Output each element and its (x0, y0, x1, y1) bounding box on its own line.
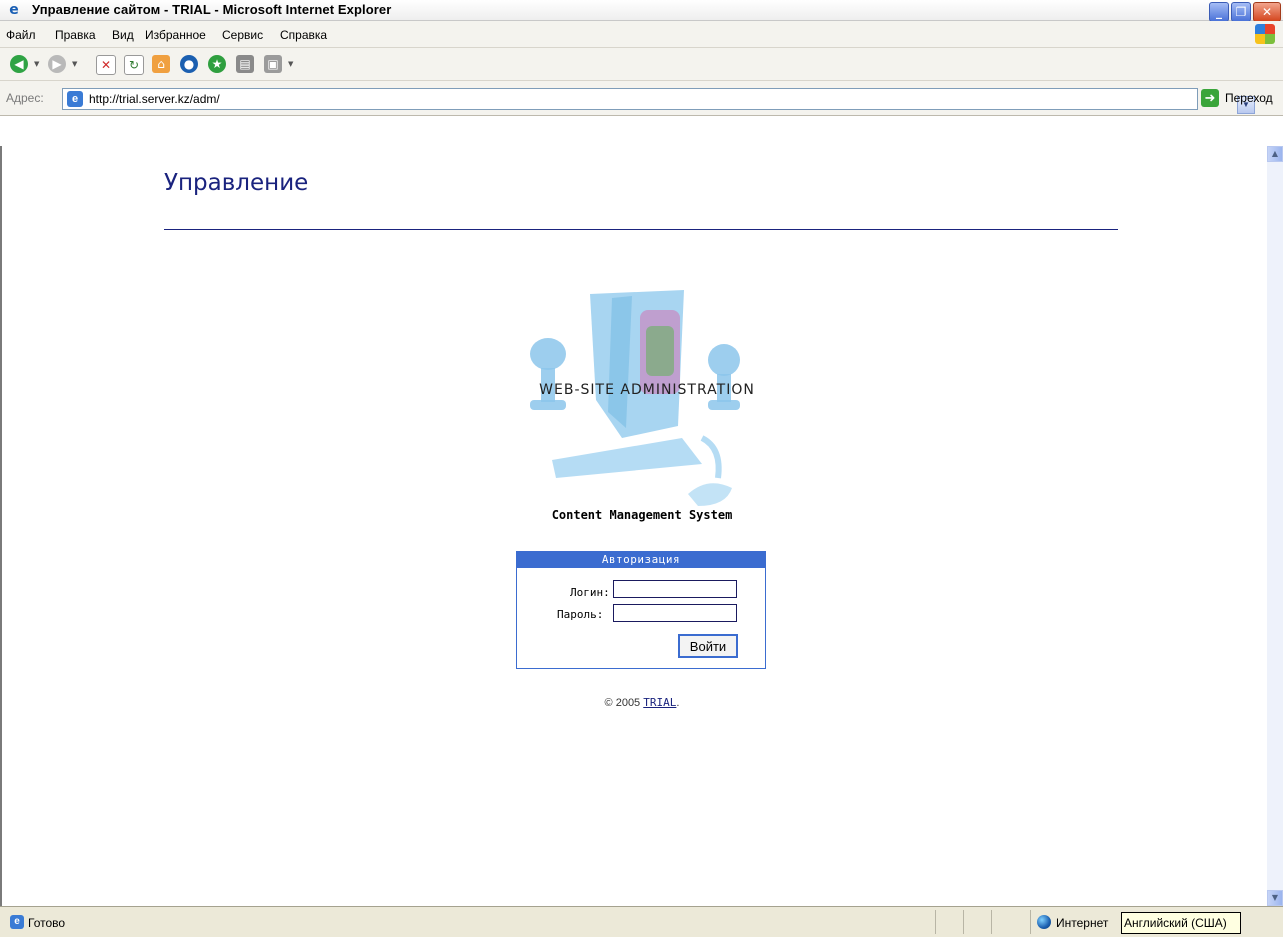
status-bar: e Готово Интернет Английский (США) (0, 906, 1283, 937)
address-bar: Адрес: e http://trial.server.kz/adm/ ▼ ➜… (0, 81, 1283, 116)
menu-file[interactable]: Файл (6, 28, 36, 42)
copyright-text: © 2005 (604, 697, 641, 709)
language-tooltip: Английский (США) (1121, 912, 1241, 934)
address-url[interactable]: http://trial.server.kz/adm/ (89, 92, 220, 106)
close-button[interactable]: ✕ (1253, 2, 1281, 22)
footer-period: . (676, 697, 680, 709)
go-button[interactable]: Переход (1225, 91, 1273, 105)
security-zone: Интернет (1056, 916, 1109, 930)
login-button[interactable]: Войти (678, 634, 738, 658)
computer-illustration-icon (530, 290, 740, 506)
status-divider (991, 910, 992, 934)
title-divider (164, 229, 1118, 230)
menu-help[interactable]: Справка (280, 28, 327, 42)
windows-logo-icon (1255, 24, 1275, 44)
ie-icon: e (9, 2, 19, 18)
password-input[interactable] (613, 604, 737, 622)
password-label: Пароль: (557, 608, 604, 621)
title-bar: e Управление сайтом - TRIAL - Microsoft … (0, 0, 1283, 22)
menu-bar: Файл Правка Вид Избранное Сервис Справка (0, 21, 1283, 48)
page-content: Управление WEB-SITE ADMINISTRATION Conte… (0, 146, 1269, 906)
menu-favorites[interactable]: Избранное (145, 28, 206, 42)
favorites-icon[interactable]: ★ (208, 55, 226, 73)
edit-dropdown-icon[interactable]: ▼ (288, 60, 293, 68)
maximize-button[interactable]: ❐ (1231, 2, 1251, 22)
toolbar: ◀ ▼ ▶ ▼ ✕ ↻ ⌂ ● ★ ▤ ▣ ▼ (0, 48, 1283, 81)
status-text: Готово (28, 916, 66, 930)
login-form-header: Авторизация (517, 552, 765, 568)
address-input[interactable]: e http://trial.server.kz/adm/ ▼ (62, 88, 1255, 114)
cms-logo (512, 288, 782, 518)
print-icon[interactable]: ▤ (236, 55, 254, 73)
login-label: Логин: (570, 586, 610, 599)
forward-dropdown-icon[interactable]: ▼ (72, 60, 77, 68)
forward-icon[interactable]: ▶ (48, 55, 66, 73)
back-icon[interactable]: ◀ (10, 55, 28, 73)
back-dropdown-icon[interactable]: ▼ (34, 60, 39, 68)
cms-label: Content Management System (551, 508, 733, 522)
scroll-down-icon[interactable]: ▼ (1267, 890, 1283, 906)
globe-icon (1037, 915, 1051, 929)
edit-icon[interactable]: ▣ (264, 55, 282, 73)
page-title: Управление (164, 170, 309, 196)
go-arrow-icon[interactable]: ➜ (1201, 89, 1219, 107)
page-status-icon: e (10, 915, 24, 929)
search-icon[interactable]: ● (180, 55, 198, 73)
menu-view[interactable]: Вид (112, 28, 134, 42)
stop-icon[interactable]: ✕ (96, 55, 116, 75)
home-icon[interactable]: ⌂ (152, 55, 170, 73)
status-divider (1030, 910, 1031, 934)
login-input[interactable] (613, 580, 737, 598)
footer-link-trial[interactable]: TRIAL (643, 696, 676, 709)
refresh-icon[interactable]: ↻ (124, 55, 144, 75)
scroll-up-icon[interactable]: ▲ (1267, 146, 1283, 162)
window-title: Управление сайтом - TRIAL - Microsoft In… (32, 2, 392, 17)
login-form: Авторизация Логин: Пароль: Войти (516, 551, 766, 669)
menu-edit[interactable]: Правка (55, 28, 96, 42)
footer: © 2005 TRIAL. (502, 696, 782, 709)
status-divider (935, 910, 936, 934)
menu-tools[interactable]: Сервис (222, 28, 263, 42)
page-icon: e (67, 91, 83, 107)
address-label: Адрес: (6, 91, 44, 105)
minimize-button[interactable]: _ (1209, 2, 1229, 22)
status-divider (963, 910, 964, 934)
logo-text: WEB-SITE ADMINISTRATION (539, 382, 755, 398)
vertical-scrollbar[interactable]: ▲ ▼ (1267, 146, 1283, 906)
